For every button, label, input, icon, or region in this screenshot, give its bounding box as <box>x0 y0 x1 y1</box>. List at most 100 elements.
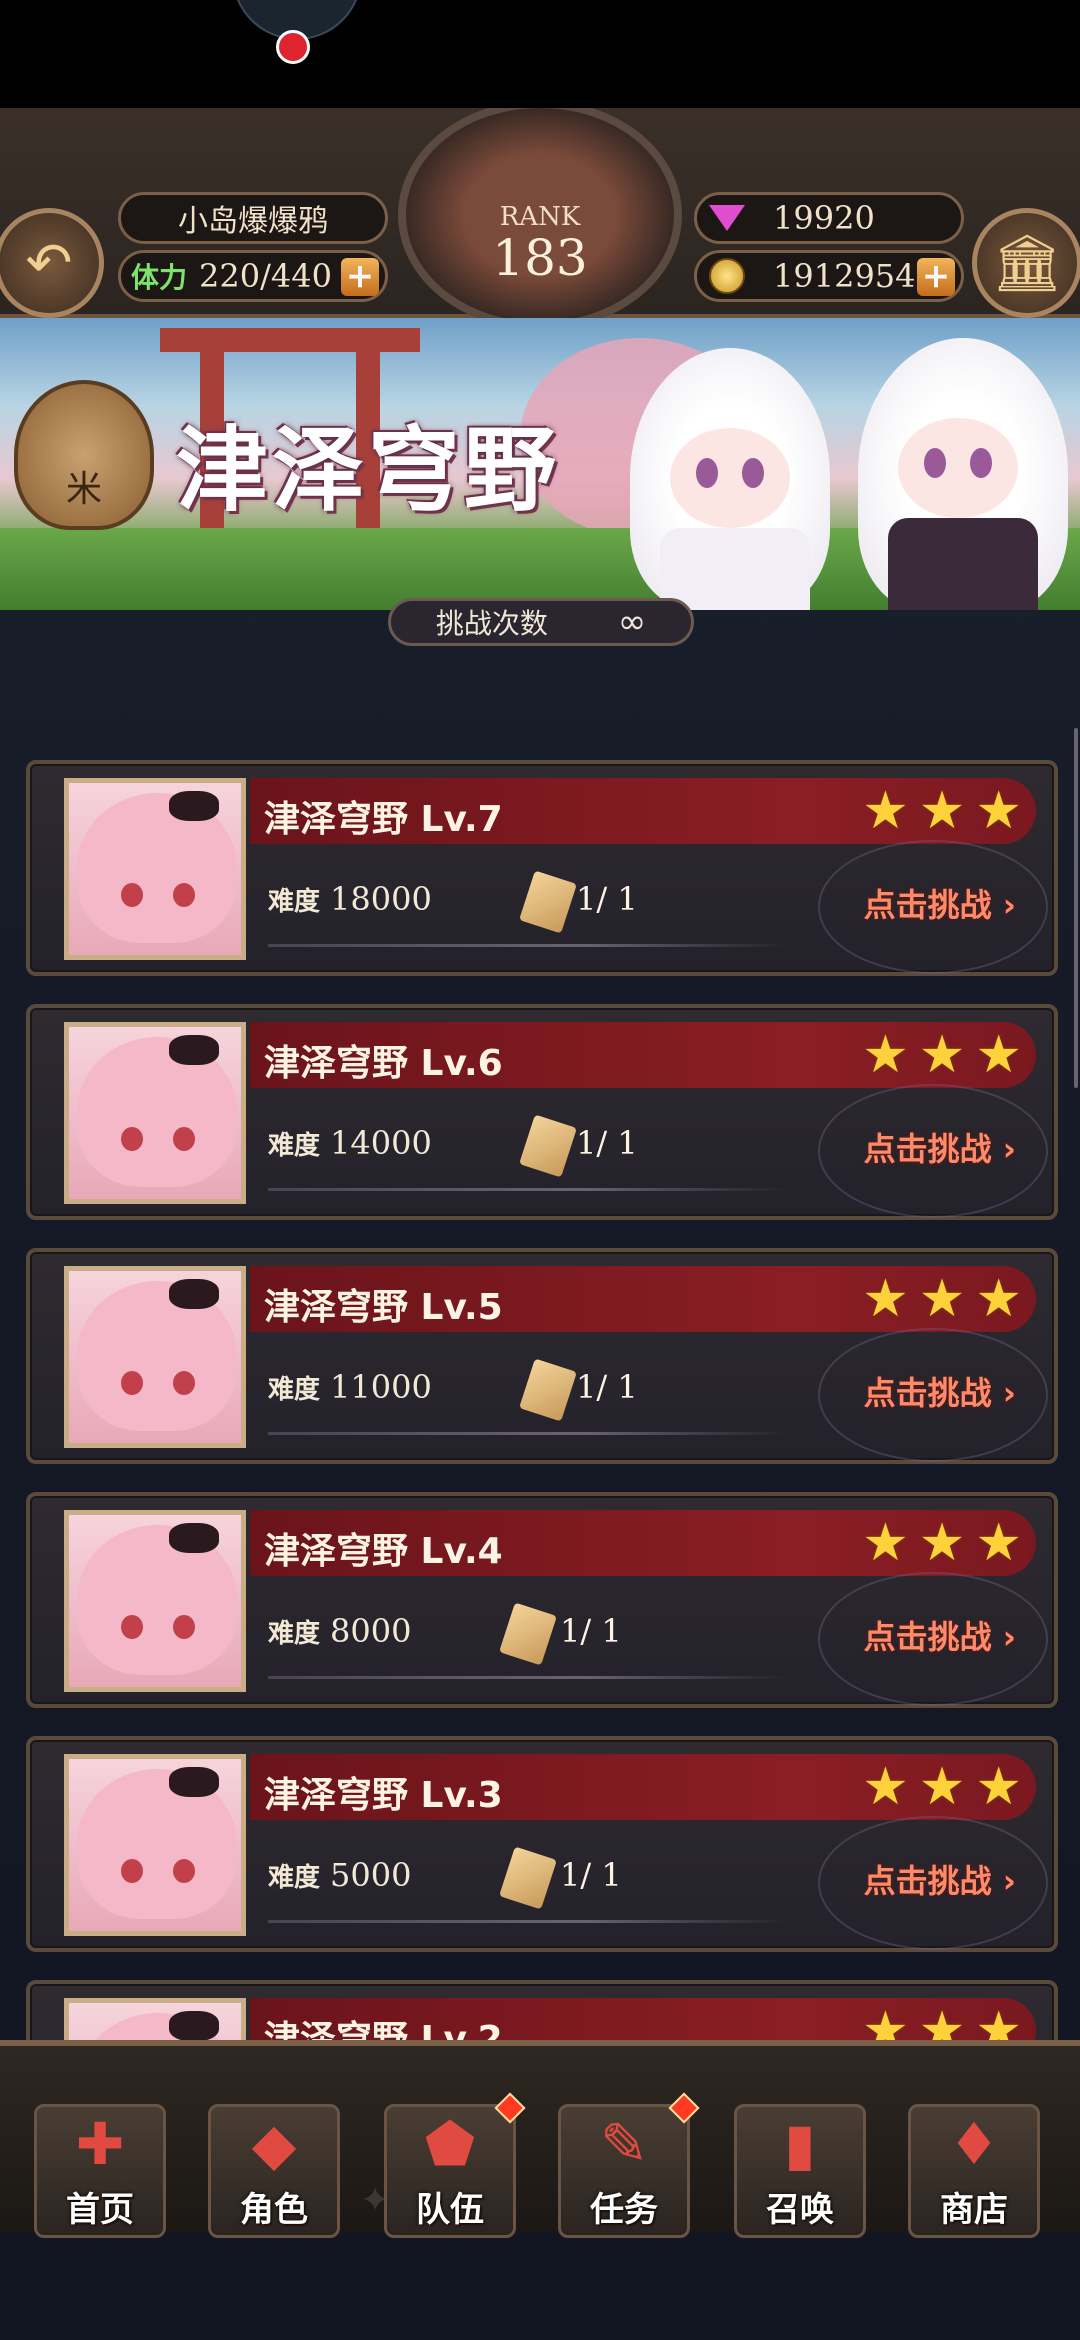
star-icon: ★ <box>862 781 909 841</box>
stage-card[interactable]: 津泽穹野 Lv.5 ★ ★ ★ 难度 11000 1/ 1 点击挑战 › <box>26 1248 1058 1464</box>
team-pentagon-icon: ⬟ <box>424 2109 476 2178</box>
nav-label: 首页 <box>66 2190 134 2230</box>
character-box-icon: ◆ <box>251 2109 297 2178</box>
status-bar <box>0 0 1080 108</box>
stage-portrait <box>64 1510 246 1692</box>
challenge-button[interactable]: 点击挑战 › <box>864 880 1016 926</box>
stage-card[interactable]: 津泽穹野 Lv.7 ★ ★ ★ 难度 18000 1/ 1 点击挑战 › <box>26 760 1058 976</box>
stage-name: 津泽穹野 Lv.6 <box>264 1043 503 1084</box>
difficulty-value: 8000 <box>330 1612 412 1650</box>
ticket-icon <box>499 1846 557 1910</box>
stage-list[interactable]: 津泽穹野 Lv.7 ★ ★ ★ 难度 18000 1/ 1 点击挑战 › 津泽穹野 Lv.6 ★ ★… <box>0 648 1080 2148</box>
star-icon: ★ <box>918 1513 966 1573</box>
difficulty-label: 难度 <box>268 1375 321 1405</box>
nav-item[interactable]: ⬟ 队伍 <box>384 2092 526 2238</box>
rank-emblem: RANK 183 <box>398 108 682 330</box>
nav-item[interactable]: ✎ 任务 <box>558 2092 700 2238</box>
ticket-icon <box>519 870 577 934</box>
nav-label: 召唤 <box>766 2190 834 2230</box>
star-icon: ★ <box>975 781 1022 841</box>
stage-card[interactable]: 津泽穹野 Lv.4 ★ ★ ★ 难度 8000 1/ 1 点击挑战 › <box>26 1492 1058 1708</box>
stage-portrait <box>64 1266 246 1448</box>
star-icon: ★ <box>975 1757 1022 1817</box>
back-arrow-icon: ↶ <box>25 230 73 296</box>
divider <box>268 1432 788 1435</box>
stage-portrait <box>64 778 246 960</box>
star-icon: ★ <box>918 1025 966 1085</box>
top-status-header: ↶ 小岛爆爆鸦 体力 220/440 + RANK 183 19920 1912… <box>0 108 1080 330</box>
star-icon: ★ <box>862 1513 909 1573</box>
cross-banner-icon: ✚ <box>75 2109 125 2178</box>
nav-item[interactable]: ✚ 首页 <box>34 2104 166 2238</box>
star-icon: ★ <box>975 1025 1022 1085</box>
back-button[interactable]: ↶ <box>0 208 104 318</box>
stage-name: 津泽穹野 Lv.3 <box>264 1775 503 1816</box>
star-rating: ★ ★ ★ <box>862 1516 1022 1570</box>
quest-book-icon: ✎ <box>599 2109 649 2178</box>
divider <box>268 1676 788 1679</box>
difficulty-label: 难度 <box>268 887 321 917</box>
star-icon: ★ <box>862 1025 909 1085</box>
gems-value: 19920 <box>773 199 875 237</box>
ticket-icon <box>519 1358 577 1422</box>
ticket-icon <box>499 1602 557 1666</box>
archive-button[interactable]: 🏛 <box>972 208 1080 318</box>
divider <box>268 1920 788 1923</box>
attempt-count: 1/ 1 <box>560 1856 622 1894</box>
rank-label: RANK <box>499 202 581 232</box>
challenge-button[interactable]: 点击挑战 › <box>864 1612 1016 1658</box>
add-gold-button[interactable]: + <box>917 258 955 296</box>
summon-card-icon: ▮ <box>784 2109 816 2178</box>
player-name-text: 小岛爆爆鸦 <box>178 204 328 239</box>
stage-portrait <box>64 1754 246 1936</box>
difficulty-value: 14000 <box>330 1124 432 1162</box>
nav-item[interactable]: ▮ 召唤 <box>734 2104 866 2238</box>
game-screen: ↶ 小岛爆爆鸦 体力 220/440 + RANK 183 19920 1912… <box>0 108 1080 2340</box>
difficulty-label: 难度 <box>268 1131 321 1161</box>
challenge-button[interactable]: 点击挑战 › <box>864 1124 1016 1170</box>
stage-name: 津泽穹野 Lv.7 <box>264 799 503 840</box>
floating-notification-dot[interactable] <box>276 30 310 64</box>
star-icon: ★ <box>862 1269 909 1329</box>
stamina-label: 体力 <box>131 261 188 294</box>
stage-difficulty: 难度 18000 <box>268 880 432 918</box>
rank-value: 183 <box>492 229 588 287</box>
stage-card[interactable]: 津泽穹野 Lv.6 ★ ★ ★ 难度 14000 1/ 1 点击挑战 › <box>26 1004 1058 1220</box>
nav-label: 角色 <box>240 2190 308 2230</box>
character-illustration-right <box>858 338 1068 610</box>
gold-value: 1912954 <box>773 257 916 295</box>
divider <box>268 1188 788 1191</box>
stage-name: 津泽穹野 Lv.4 <box>264 1531 503 1572</box>
stage-banner: 米 津泽穹野 <box>0 318 1080 610</box>
ticket-icon <box>519 1114 577 1178</box>
stage-difficulty: 难度 5000 <box>268 1856 411 1894</box>
star-icon: ★ <box>918 781 966 841</box>
challenge-button[interactable]: 点击挑战 › <box>864 1368 1016 1414</box>
star-rating: ★ ★ ★ <box>862 1028 1022 1082</box>
add-stamina-button[interactable]: + <box>341 258 379 296</box>
stage-title-bar: 津泽穹野 Lv.7 ★ ★ ★ <box>250 778 1036 844</box>
stage-card[interactable]: 津泽穹野 Lv.3 ★ ★ ★ 难度 5000 1/ 1 点击挑战 › <box>26 1736 1058 1952</box>
stage-difficulty: 难度 11000 <box>268 1368 432 1406</box>
star-rating: ★ ★ ★ <box>862 784 1022 838</box>
stage-title-bar: 津泽穹野 Lv.3 ★ ★ ★ <box>250 1754 1036 1820</box>
stage-name: 津泽穹野 Lv.5 <box>264 1287 503 1328</box>
nav-label: 任务 <box>590 2190 658 2230</box>
attempt-count: 1/ 1 <box>576 1124 638 1162</box>
coin-icon <box>707 256 747 296</box>
gem-icon <box>707 198 747 238</box>
stage-title-bar: 津泽穹野 Lv.4 ★ ★ ★ <box>250 1510 1036 1576</box>
nav-label: 商店 <box>940 2190 1008 2230</box>
attempt-count: 1/ 1 <box>576 1368 638 1406</box>
difficulty-value: 11000 <box>330 1368 432 1406</box>
difficulty-value: 18000 <box>330 880 432 918</box>
banner-title: 津泽穹野 <box>176 416 561 524</box>
star-icon: ★ <box>918 1757 966 1817</box>
challenge-count-label: 挑战次数 <box>435 607 548 640</box>
list-scrollbar[interactable] <box>1074 728 1078 1088</box>
difficulty-label: 难度 <box>268 1619 321 1649</box>
nav-item[interactable]: ◆ 角色 <box>208 2104 340 2238</box>
nav-item[interactable]: ♦ 商店 <box>908 2104 1040 2238</box>
challenge-button[interactable]: 点击挑战 › <box>864 1856 1016 1902</box>
nav-label: 队伍 <box>416 2190 484 2230</box>
